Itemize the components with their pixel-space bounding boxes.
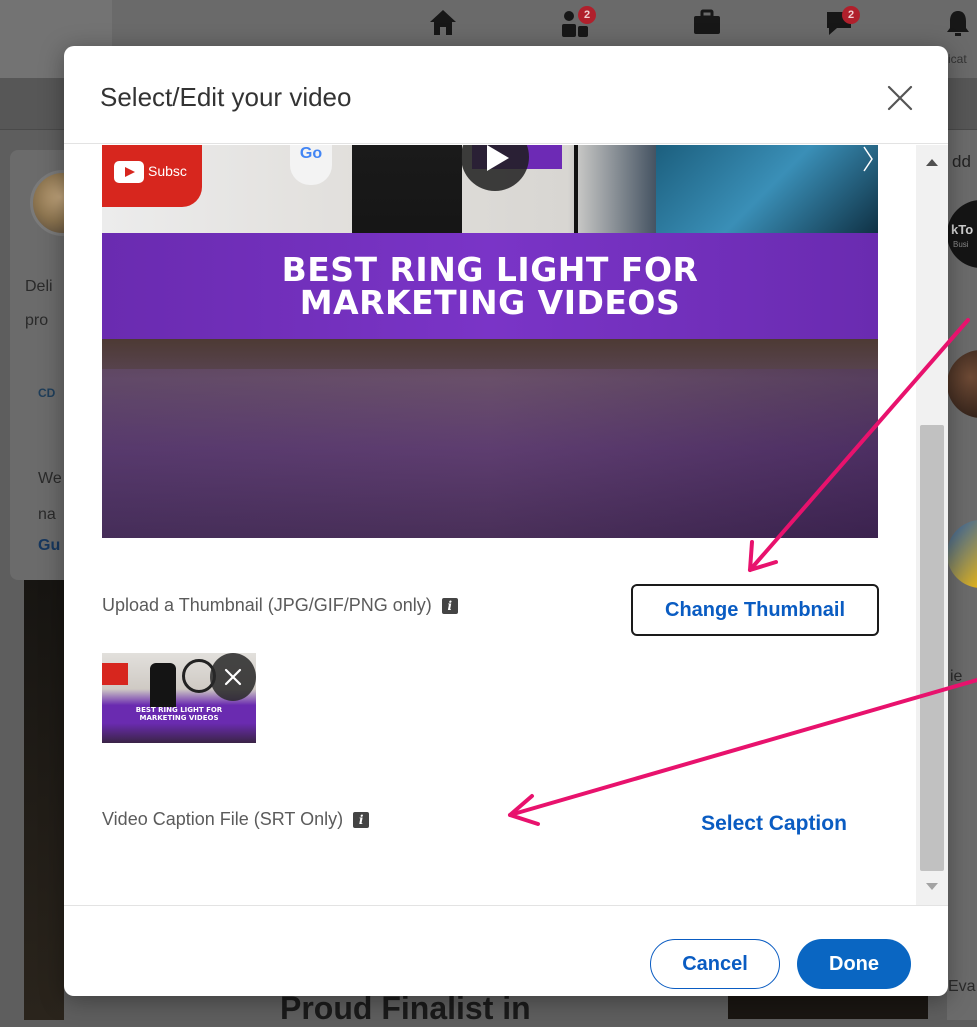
thumbnail-text: BEST RING LIGHT FOR MARKETING VIDEOS (135, 706, 223, 722)
background-text-3: CD (38, 386, 56, 400)
close-button[interactable] (880, 78, 920, 118)
background-right-bottom: Eva (948, 978, 976, 995)
modal-header: Select/Edit your video (64, 46, 948, 144)
background-right-heading: dd (952, 152, 971, 171)
background-link: Gu (38, 537, 61, 554)
home-icon (420, 8, 466, 48)
people-icon: 2 (552, 6, 598, 48)
video-pillow-g: Go (290, 145, 332, 185)
close-icon (224, 668, 242, 686)
thumbnail-label: Upload a Thumbnail (JPG/GIF/PNG only) (102, 595, 432, 615)
remove-thumbnail-button[interactable] (210, 653, 256, 701)
briefcase-icon (684, 8, 730, 48)
scroll-down-arrow-icon[interactable] (926, 883, 938, 890)
select-caption-button[interactable]: Select Caption (684, 802, 864, 846)
youtube-logo-icon (114, 161, 144, 183)
messaging-badge: 2 (842, 6, 860, 24)
background-media (24, 580, 64, 1020)
cancel-button[interactable]: Cancel (650, 939, 780, 989)
video-youtube-pillow: Subsc (102, 145, 202, 207)
video-lower-area (102, 339, 878, 538)
info-icon[interactable]: i (353, 811, 370, 828)
info-icon[interactable]: i (441, 597, 458, 614)
caption-label: Video Caption File (SRT Only) (102, 809, 344, 829)
pillow-text: Subsc (148, 163, 187, 179)
background-text-1: Deli (25, 278, 53, 295)
scroll-up-arrow-icon[interactable] (926, 159, 938, 166)
modal-title: Select/Edit your video (100, 82, 352, 112)
close-icon (887, 85, 913, 111)
scrollbar-thumb[interactable] (920, 425, 944, 871)
done-button[interactable]: Done (797, 939, 911, 989)
video-next-chevron-icon (862, 145, 878, 175)
video-banner-text: BEST RING LIGHT FOR MARKETING VIDEOS (281, 250, 699, 322)
background-text-5: na (38, 506, 56, 523)
video-title-banner: BEST RING LIGHT FOR MARKETING VIDEOS (102, 233, 878, 339)
background-text-4: We (38, 470, 62, 487)
video-poster (656, 145, 878, 235)
background-right-text: ie (950, 668, 963, 685)
thumbnail-preview: BEST RING LIGHT FOR MARKETING VIDEOS (102, 653, 256, 743)
change-thumbnail-button[interactable]: Change Thumbnail (631, 584, 879, 636)
video-preview[interactable]: Subsc Go BEST RING LIGHT FOR MARKETING V… (102, 145, 878, 538)
video-edit-modal: Select/Edit your video Subsc Go BEST RIN… (64, 46, 948, 996)
people-badge: 2 (578, 6, 596, 24)
modal-body[interactable]: Subsc Go BEST RING LIGHT FOR MARKETING V… (64, 145, 948, 905)
messaging-icon: 2 (816, 6, 862, 48)
caption-label-row: Video Caption File (SRT Only) i (102, 809, 370, 830)
nav-label-notifications: icat (948, 52, 967, 66)
video-light-stand (574, 145, 578, 235)
bell-icon (935, 8, 977, 48)
background-text-2: pro (25, 312, 49, 329)
modal-footer: Cancel Done (64, 905, 948, 996)
thumbnail-label-row: Upload a Thumbnail (JPG/GIF/PNG only) i (102, 595, 458, 616)
